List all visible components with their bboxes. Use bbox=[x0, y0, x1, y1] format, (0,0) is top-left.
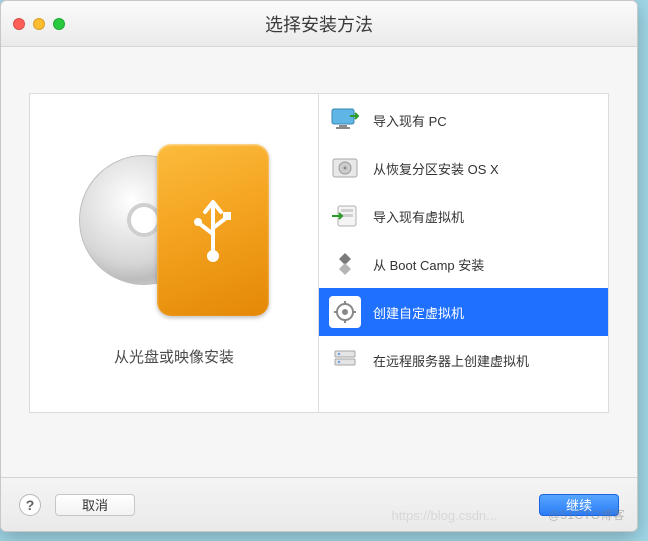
option-label: 从 Boot Camp 安装 bbox=[373, 255, 484, 274]
option-label: 从恢复分区安装 OS X bbox=[373, 159, 499, 178]
option-label: 导入现有 PC bbox=[373, 111, 447, 130]
titlebar: 选择安装方法 bbox=[1, 1, 637, 47]
option-remote-server[interactable]: 在远程服务器上创建虚拟机 bbox=[319, 336, 608, 384]
remote-server-icon bbox=[329, 344, 361, 376]
panel-wrap: 从光盘或映像安装 导入现有 PC bbox=[29, 93, 609, 413]
minimize-icon[interactable] bbox=[33, 18, 45, 30]
option-custom-vm[interactable]: 创建自定虚拟机 bbox=[319, 288, 608, 336]
installer-window: 选择安装方法 bbox=[0, 0, 638, 532]
window-title: 选择安装方法 bbox=[1, 11, 637, 37]
usb-drive-icon bbox=[157, 144, 269, 316]
right-panel: 导入现有 PC 从恢复分区安装 OS X bbox=[319, 94, 608, 412]
option-bootcamp[interactable]: 从 Boot Camp 安装 bbox=[319, 240, 608, 288]
monitor-import-icon bbox=[329, 104, 361, 136]
close-icon[interactable] bbox=[13, 18, 25, 30]
option-label: 创建自定虚拟机 bbox=[373, 303, 464, 322]
usb-glyph-icon bbox=[190, 194, 236, 266]
zoom-icon[interactable] bbox=[53, 18, 65, 30]
footer: ? 取消 继续 bbox=[1, 477, 637, 531]
option-label: 导入现有虚拟机 bbox=[373, 207, 464, 226]
left-panel[interactable]: 从光盘或映像安装 bbox=[30, 94, 319, 412]
cancel-button[interactable]: 取消 bbox=[55, 494, 135, 516]
disc-usb-art bbox=[79, 140, 269, 320]
content-area: 从光盘或映像安装 导入现有 PC bbox=[1, 47, 637, 477]
option-import-vm[interactable]: 导入现有虚拟机 bbox=[319, 192, 608, 240]
option-recovery-osx[interactable]: 从恢复分区安装 OS X bbox=[319, 144, 608, 192]
option-label: 在远程服务器上创建虚拟机 bbox=[373, 351, 529, 370]
vm-import-icon bbox=[329, 200, 361, 232]
option-import-pc[interactable]: 导入现有 PC bbox=[319, 96, 608, 144]
continue-button[interactable]: 继续 bbox=[539, 494, 619, 516]
custom-vm-icon bbox=[329, 296, 361, 328]
traffic-lights bbox=[1, 18, 65, 30]
bootcamp-icon bbox=[329, 248, 361, 280]
hdd-recovery-icon bbox=[329, 152, 361, 184]
left-panel-label: 从光盘或映像安装 bbox=[114, 346, 234, 367]
help-button[interactable]: ? bbox=[19, 494, 41, 516]
